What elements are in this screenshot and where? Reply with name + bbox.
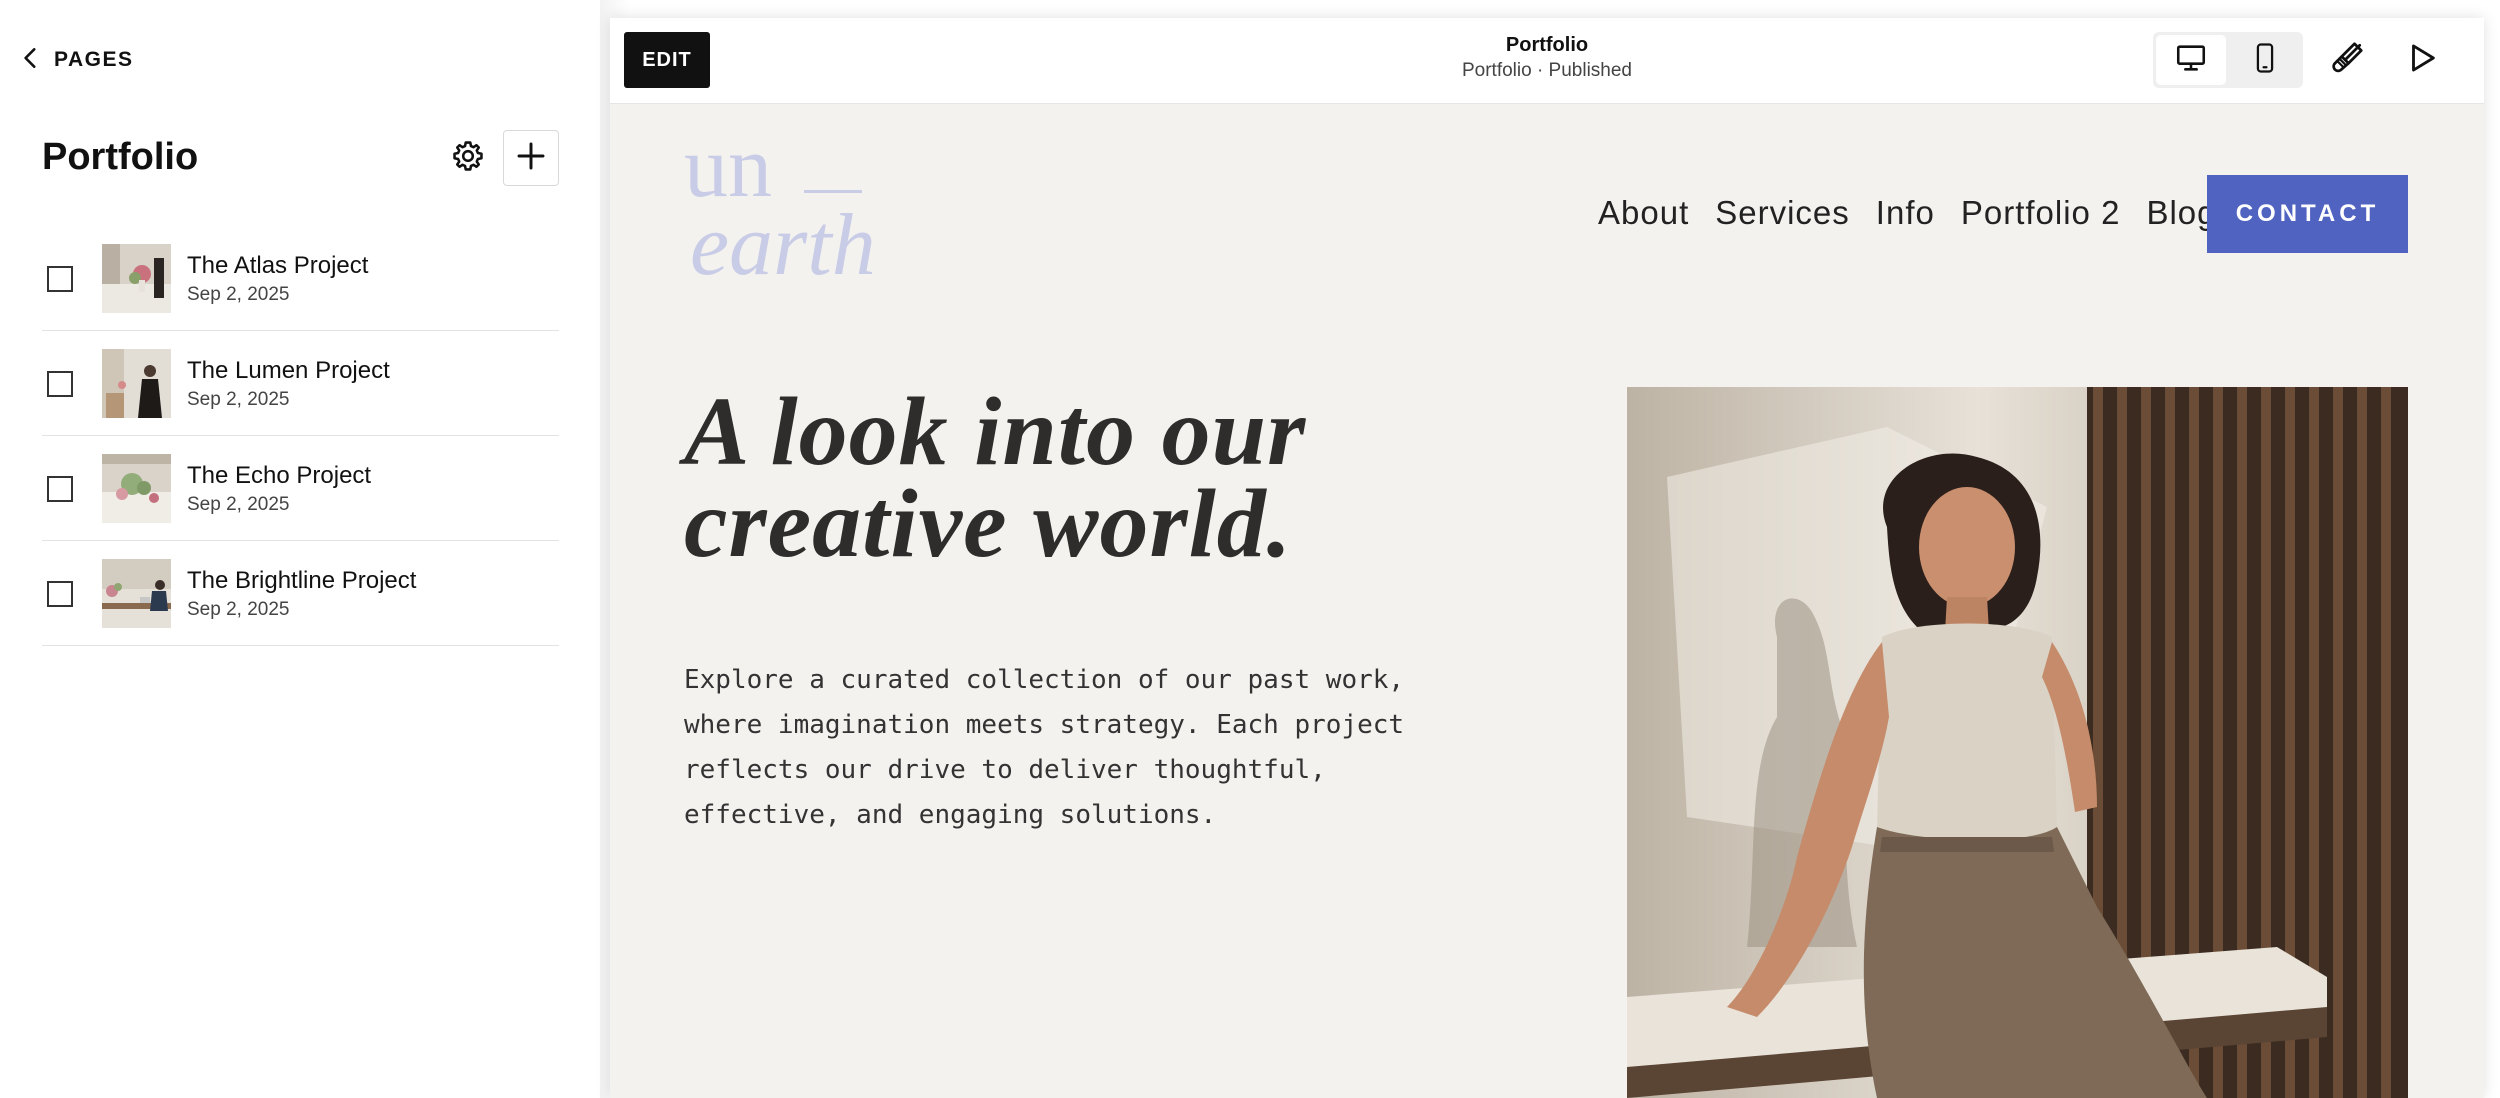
site-navigation: About Services Info Portfolio 2 Blog	[1598, 194, 2217, 232]
list-item[interactable]: The Echo Project Sep 2, 2025	[42, 436, 559, 541]
plus-icon	[515, 140, 547, 177]
portfolio-items-list: The Atlas Project Sep 2, 2025 The Lumen …	[42, 226, 559, 646]
site-styles-button[interactable]	[2325, 38, 2369, 82]
item-title: The Brightline Project	[187, 567, 417, 594]
item-checkbox[interactable]	[47, 371, 73, 397]
item-checkbox[interactable]	[47, 476, 73, 502]
item-title: The Lumen Project	[187, 357, 390, 384]
site-preview: EDIT Portfolio Portfolio · Published un …	[610, 18, 2484, 1098]
paintbrush-icon	[2329, 40, 2365, 81]
device-toggle	[2153, 32, 2303, 88]
list-item[interactable]: The Atlas Project Sep 2, 2025	[42, 226, 559, 331]
hero-heading-line: A look into our	[684, 378, 1307, 486]
item-thumbnail	[102, 559, 171, 628]
preview-play-button[interactable]	[2400, 38, 2444, 82]
item-thumbnail	[102, 244, 171, 313]
nav-link-portfolio-2[interactable]: Portfolio 2	[1961, 194, 2121, 232]
desktop-icon	[2174, 41, 2208, 80]
item-date: Sep 2, 2025	[187, 284, 290, 305]
hero-image	[1627, 387, 2408, 1098]
item-title: The Atlas Project	[187, 252, 369, 279]
item-checkbox[interactable]	[47, 266, 73, 292]
pages-panel: PAGES Portfolio The Atlas Project Sep 2,…	[0, 0, 600, 1098]
logo-text-bottom: earth	[690, 197, 876, 294]
mobile-icon	[2248, 41, 2282, 80]
chevron-left-icon	[18, 45, 44, 76]
item-title: The Echo Project	[187, 462, 372, 489]
gear-icon	[451, 139, 485, 178]
play-icon	[2405, 41, 2439, 80]
nav-link-services[interactable]: Services	[1715, 194, 1850, 232]
item-date: Sep 2, 2025	[187, 494, 290, 515]
site-logo[interactable]: un earth	[684, 124, 884, 298]
item-checkbox[interactable]	[47, 581, 73, 607]
contact-button[interactable]: CONTACT	[2207, 175, 2408, 253]
back-label: PAGES	[54, 48, 134, 71]
add-item-button[interactable]	[503, 130, 559, 186]
back-to-pages-link[interactable]: PAGES	[18, 42, 133, 78]
page-settings-button[interactable]	[446, 136, 490, 180]
editor-topbar: EDIT Portfolio Portfolio · Published	[610, 18, 2484, 104]
item-date: Sep 2, 2025	[187, 389, 290, 410]
hero-heading: A look into our creative world.	[684, 378, 1384, 578]
item-thumbnail	[102, 454, 171, 523]
logo-dash	[804, 190, 862, 193]
list-item[interactable]: The Lumen Project Sep 2, 2025	[42, 331, 559, 436]
nav-link-info[interactable]: Info	[1876, 194, 1935, 232]
panel-title: Portfolio	[42, 136, 199, 178]
mobile-view-button[interactable]	[2230, 35, 2300, 85]
nav-link-about[interactable]: About	[1598, 194, 1689, 232]
list-item[interactable]: The Brightline Project Sep 2, 2025	[42, 541, 559, 646]
nav-link-blog[interactable]: Blog	[2146, 194, 2216, 232]
hero-description: Explore a curated collection of our past…	[684, 665, 1405, 830]
item-date: Sep 2, 2025	[187, 599, 290, 620]
hero-heading-line: creative world.	[684, 470, 1293, 578]
desktop-view-button[interactable]	[2156, 35, 2226, 85]
item-thumbnail	[102, 349, 171, 418]
